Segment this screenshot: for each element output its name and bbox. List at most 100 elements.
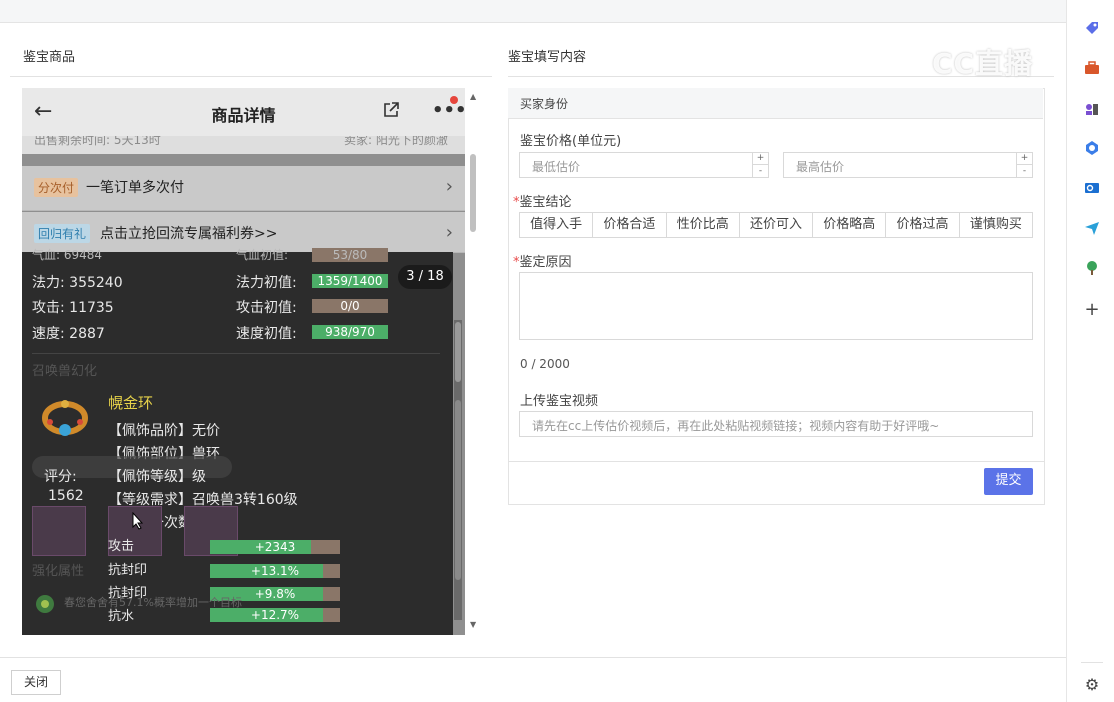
score-value: 1562 [48, 488, 84, 504]
conclusion-option[interactable]: 值得入手 [520, 213, 594, 237]
stat-init-value: 53/80 [312, 248, 388, 262]
item-line: 【佩饰品阶】无价 [108, 423, 220, 439]
item-detail-panel: 气血: 69484 气血初值: 53/80 法力: 355240 法力初值: 1… [22, 248, 453, 635]
browser-sidebar: + ⚙ [1066, 0, 1114, 702]
flower-icon [32, 592, 58, 616]
promo-installment[interactable]: 分次付 一笔订单多次付 › [22, 166, 465, 211]
buyer-identity-label: 买家身份 [520, 97, 569, 111]
form-footer-divider [508, 461, 1045, 462]
reason-label: *鉴定原因 [513, 255, 572, 270]
reason-textarea[interactable] [519, 272, 1033, 340]
conclusion-options[interactable]: 值得入手 价格合适 性价比高 还价可入 价格略高 价格过高 谨慎购买 [519, 212, 1033, 238]
attr-value: +2343 [254, 540, 296, 554]
stat-init-value: 938/970 [312, 325, 388, 339]
stat-init-value: 0/0 [312, 299, 388, 313]
share-icon[interactable] [382, 101, 400, 119]
faded-enhance-title: 强化属性 [32, 564, 85, 579]
reason-label-text: 鉴定原因 [519, 255, 572, 270]
scroll-thumb[interactable] [470, 154, 476, 232]
outer-scrollbar[interactable]: ▲ ▼ [467, 88, 481, 635]
minus-icon[interactable]: - [1017, 165, 1032, 177]
plus-icon[interactable]: + [753, 152, 768, 165]
conclusion-option[interactable]: 性价比高 [667, 213, 740, 237]
attr-bar: +2343 [210, 540, 340, 554]
conclusion-option[interactable]: 价格略高 [813, 213, 887, 237]
scroll-up-icon[interactable]: ▲ [470, 92, 476, 101]
video-link-input[interactable]: 请先在cc上传估价视频后，再在此处粘贴视频链接；视频内容有助于好评哦~ [519, 411, 1033, 437]
plus-icon[interactable]: + [1084, 301, 1100, 319]
video-link-placeholder: 请先在cc上传估价视频后，再在此处粘贴视频链接；视频内容有助于好评哦~ [532, 419, 940, 433]
scroll-down-icon[interactable]: ▼ [470, 620, 476, 629]
attr-value: +13.1% [250, 564, 300, 578]
min-price-stepper[interactable]: + - [752, 152, 768, 178]
promo-text: 一笔订单多次付 [86, 180, 184, 196]
minus-icon[interactable]: - [753, 165, 768, 177]
price-label: 鉴宝价格(单位元) [520, 134, 622, 149]
tree-icon[interactable] [1084, 260, 1100, 276]
submit-button[interactable]: 提交 [984, 468, 1033, 495]
conclusion-option[interactable]: 价格合适 [593, 213, 667, 237]
divider [32, 353, 440, 354]
settings-icon[interactable]: ⚙ [1084, 677, 1100, 693]
stat-init-label: 速度初值: [236, 326, 297, 342]
conclusion-option[interactable]: 谨慎购买 [960, 213, 1032, 237]
conclusion-label: *鉴宝结论 [513, 195, 572, 210]
item-name: 幌金环 [108, 394, 154, 412]
attr-value: +12.7% [250, 608, 300, 622]
max-price-stepper[interactable]: + - [1016, 152, 1032, 178]
promo-text: 点击立抢回流专属福利券>> [100, 226, 278, 242]
plus-icon[interactable]: + [1017, 152, 1032, 165]
form-section-header: 买家身份 [508, 88, 1043, 119]
min-price-placeholder: 最低估价 [532, 160, 581, 174]
char-count: 0 / 2000 [520, 357, 570, 371]
attr-bar: +13.1% [210, 564, 340, 578]
copilot-icon[interactable] [1084, 140, 1100, 156]
attr-name: 攻击 [108, 539, 135, 554]
item-line: 【佩饰等级】级 [108, 469, 206, 485]
more-icon[interactable]: ••• [432, 100, 465, 121]
remaining-time: 出售剩余时间: 5天13时 [34, 136, 161, 147]
seller-name: 卖家: 阳光下的颜澈 [344, 136, 448, 147]
attr-name: 抗水 [108, 609, 135, 624]
notification-dot [450, 96, 458, 104]
stat-init-label: 气血初值: [236, 248, 289, 262]
stat-label: 攻击: 11735 [32, 300, 114, 316]
outlook-icon[interactable] [1084, 180, 1100, 196]
max-price-input[interactable]: 最高估价 [783, 152, 1033, 178]
promo-tag: 分次付 [34, 178, 79, 197]
top-bar [0, 0, 1066, 23]
chess-icon[interactable] [1084, 100, 1100, 116]
max-price-placeholder: 最高估价 [796, 160, 845, 174]
send-icon[interactable] [1084, 220, 1100, 236]
ring-icon [36, 392, 94, 444]
left-divider [10, 76, 492, 77]
video-label: 上传鉴宝视频 [520, 394, 599, 409]
conclusion-option[interactable]: 还价可入 [740, 213, 814, 237]
thumbnail [32, 506, 86, 556]
stat-label: 速度: 2887 [32, 326, 105, 342]
stat-init-label: 攻击初值: [236, 300, 297, 316]
attr-bar: +12.7% [210, 608, 340, 622]
footer-divider [0, 657, 1066, 658]
mouse-cursor-icon [132, 511, 144, 530]
stat-label: 气血: 69484 [32, 248, 103, 262]
chevron-right-icon: › [445, 222, 453, 243]
tag-icon[interactable] [1084, 20, 1100, 36]
phone-header: ← 商品详情 ••• [22, 88, 465, 136]
product-screenshot[interactable]: ← 商品详情 ••• 出售剩余时间: 5天13时 卖家: 阳光下的颜澈 分次付 … [22, 88, 465, 635]
inner-scrollbar[interactable] [454, 320, 462, 620]
attr-name: 抗封印 [108, 563, 148, 578]
toolbox-icon[interactable] [1084, 60, 1100, 76]
phone-info-strip: 出售剩余时间: 5天13时 卖家: 阳光下的颜澈 [22, 136, 465, 154]
chevron-right-icon: › [445, 176, 453, 197]
stat-init-label: 法力初值: [236, 275, 297, 291]
conclusion-option[interactable]: 价格过高 [886, 213, 960, 237]
min-price-input[interactable]: 最低估价 [519, 152, 769, 178]
image-counter: 3 / 18 [398, 265, 452, 289]
left-panel-title: 鉴宝商品 [23, 50, 76, 65]
watermark: CC直播 [932, 47, 1034, 80]
faded-section-title: 召唤兽幻化 [32, 364, 98, 379]
stat-label: 法力: 355240 [32, 275, 123, 291]
stat-init-value: 1359/1400 [312, 274, 388, 288]
close-button[interactable]: 关闭 [11, 670, 61, 695]
